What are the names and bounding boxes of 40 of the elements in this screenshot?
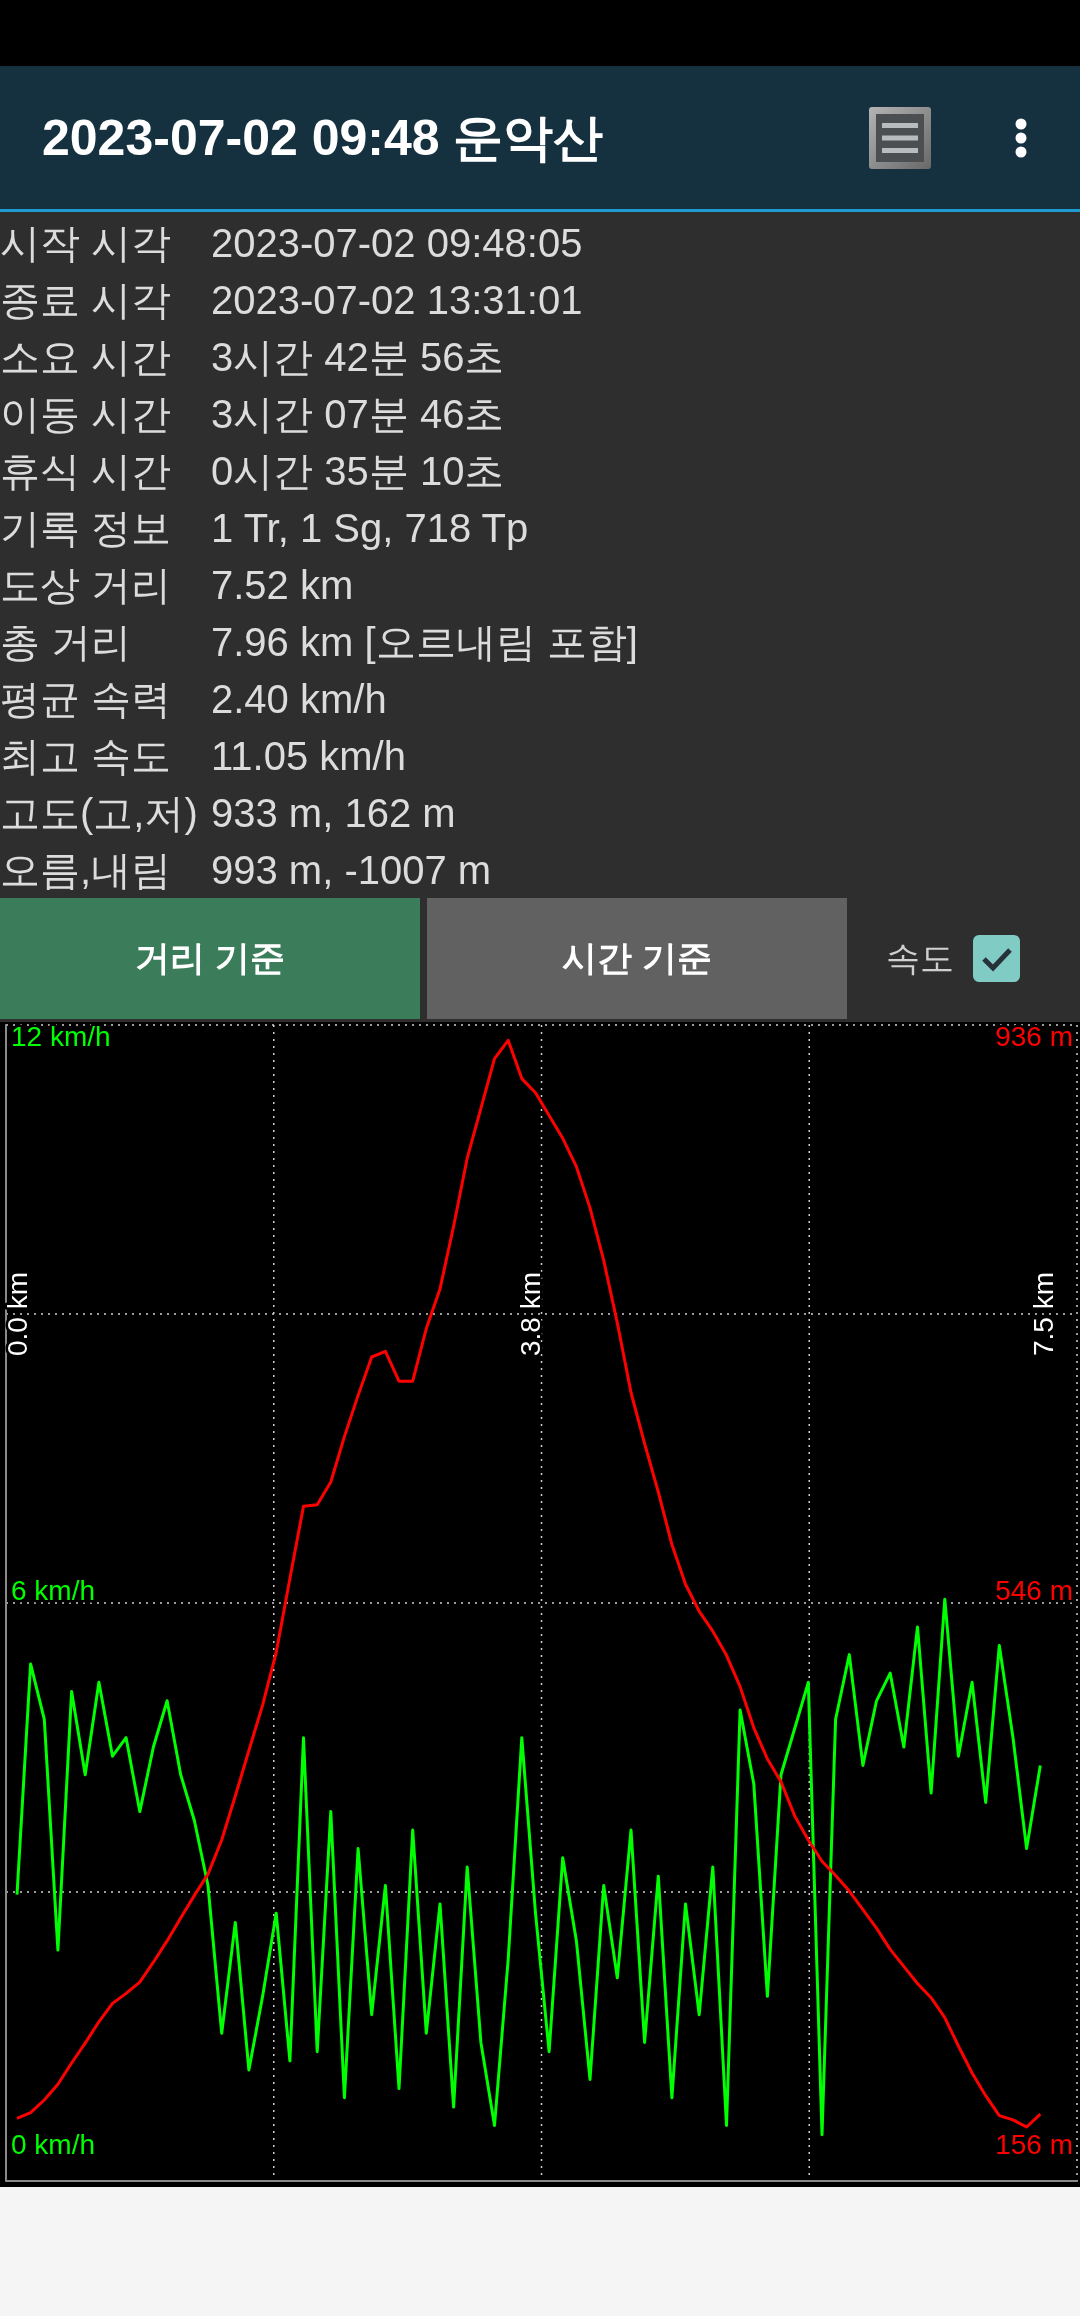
tab[interactable]: 거리 기준 [0, 898, 420, 1019]
stat-label: 평균 속력 [0, 678, 173, 719]
y-axis-label: 156 m [995, 2129, 1073, 2160]
stat-label: 고도(고,저) [0, 792, 199, 833]
checkbox-label: 속도 [886, 938, 954, 979]
stat-value: 7.96 km [오르내림 포함] [211, 621, 638, 662]
screen-title: 2023-07-02 09:48 운악산 [42, 112, 604, 163]
stat-label: 최고 속도 [0, 735, 173, 776]
stat-label: 이동 시간 [0, 393, 173, 434]
checkbox[interactable] [973, 935, 1020, 982]
stat-label: 소요 시간 [0, 336, 173, 377]
stat-value: 993 m, -1007 m [211, 849, 492, 890]
stat-label: 총 거리 [0, 621, 133, 662]
y-axis-label: 936 m [995, 1022, 1073, 1052]
stat-value: 933 m, 162 m [211, 792, 456, 833]
stat-label: 오름,내림 [0, 849, 173, 890]
y-axis-label: 6 km/h [11, 1575, 96, 1606]
list-icon[interactable] [869, 106, 931, 169]
tab[interactable]: 시간 기준 [427, 898, 847, 1019]
stat-value: 2023-07-02 09:48:05 [211, 222, 583, 263]
stat-value: 2023-07-02 13:31:01 [211, 279, 583, 320]
stat-label: 기록 정보 [0, 507, 173, 548]
y-axis-label: 12 km/h [11, 1022, 111, 1052]
x-axis-label: 0.0 km [2, 1272, 33, 1356]
stat-value: 3시간 07분 46초 [211, 393, 505, 434]
stat-label: 휴식 시간 [0, 450, 173, 491]
stat-value: 0시간 35분 10초 [211, 450, 505, 491]
stat-label: 종료 시각 [0, 279, 173, 320]
stat-value: 3시간 42분 56초 [211, 336, 505, 377]
y-axis-label: 0 km/h [11, 2129, 96, 2160]
stat-label: 도상 거리 [0, 564, 173, 605]
stat-value: 2.40 km/h [211, 678, 387, 719]
stat-label: 시작 시각 [0, 222, 173, 263]
stat-value: 11.05 km/h [211, 735, 406, 776]
stat-value: 1 Tr, 1 Sg, 718 Tp [211, 507, 529, 548]
y-axis-label: 546 m [995, 1575, 1073, 1606]
stat-value: 7.52 km [211, 564, 354, 605]
x-axis-label: 7.5 km [1028, 1272, 1059, 1356]
x-axis-label: 3.8 km [515, 1272, 546, 1356]
more-options-icon[interactable] [1015, 117, 1027, 158]
